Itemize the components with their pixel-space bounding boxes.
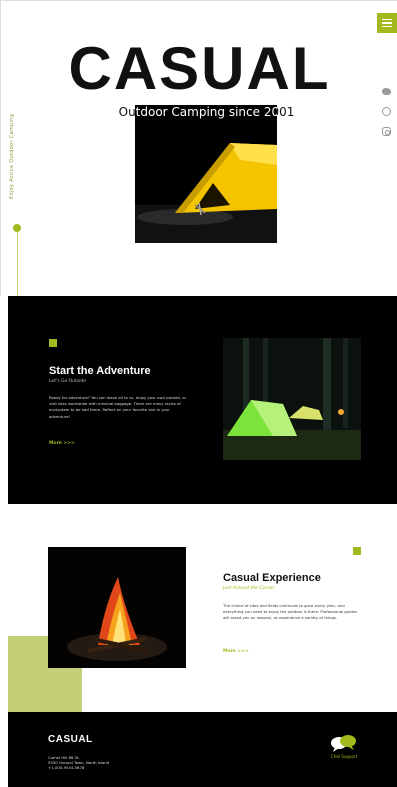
- side-tagline-text: Enjoy Active Outdoor Camping: [9, 113, 15, 199]
- chat-support-button[interactable]: Chat Support: [327, 734, 361, 762]
- accent-square-icon: [353, 547, 361, 555]
- footer-phone: +1-000-9534-5678: [48, 765, 85, 770]
- brand-logo: CASUAL: [68, 35, 331, 102]
- adventure-body: Ready for adventure? You can leave all t…: [49, 395, 187, 419]
- footer: CASUAL Camel Hill 88 St. 5550 Ground Tow…: [8, 712, 397, 787]
- hero-section: Enjoy Active Outdoor Camping CASUAL CASU…: [0, 0, 397, 296]
- page: Enjoy Active Outdoor Camping CASUAL CASU…: [0, 0, 397, 787]
- footer-brand: CASUAL: [48, 734, 93, 745]
- experience-body: The choice of sites and fields continues…: [223, 603, 357, 621]
- chat-support-label: Chat Support: [330, 754, 358, 759]
- accent-square-icon: [49, 339, 57, 347]
- campfire-illustration: [48, 547, 186, 668]
- adventure-section: Start the Adventure Let's Go Outside Rea…: [8, 296, 397, 504]
- adventure-photo: [223, 338, 361, 460]
- side-dot-icon: [13, 224, 21, 232]
- experience-photo: [48, 547, 186, 668]
- side-tagline: Enjoy Active Outdoor Camping: [7, 109, 19, 199]
- instagram-icon[interactable]: [382, 127, 391, 136]
- footer-address: Camel Hill 88 St. 5550 Ground Town, Nort…: [48, 755, 109, 770]
- chat-bubbles-icon: [331, 735, 356, 752]
- experience-section: Casual Experience Just Around the Corner…: [8, 504, 397, 712]
- hamburger-menu-icon[interactable]: [377, 13, 397, 33]
- hero-subtitle-overlay: Outdoor Camping since 2001: [135, 105, 277, 121]
- adventure-subtitle: Let's Go Outside: [49, 379, 87, 384]
- experience-subtitle: Just Around the Corner: [223, 586, 275, 591]
- hero-subtitle-overlay-text: Outdoor Camping since 2001: [135, 105, 277, 119]
- experience-more-link[interactable]: More >>>: [223, 649, 249, 654]
- forest-tents-illustration: [223, 338, 361, 460]
- experience-title: Casual Experience: [223, 572, 321, 584]
- adventure-more-link[interactable]: More >>>: [49, 441, 75, 446]
- adventure-title: Start the Adventure: [49, 365, 151, 377]
